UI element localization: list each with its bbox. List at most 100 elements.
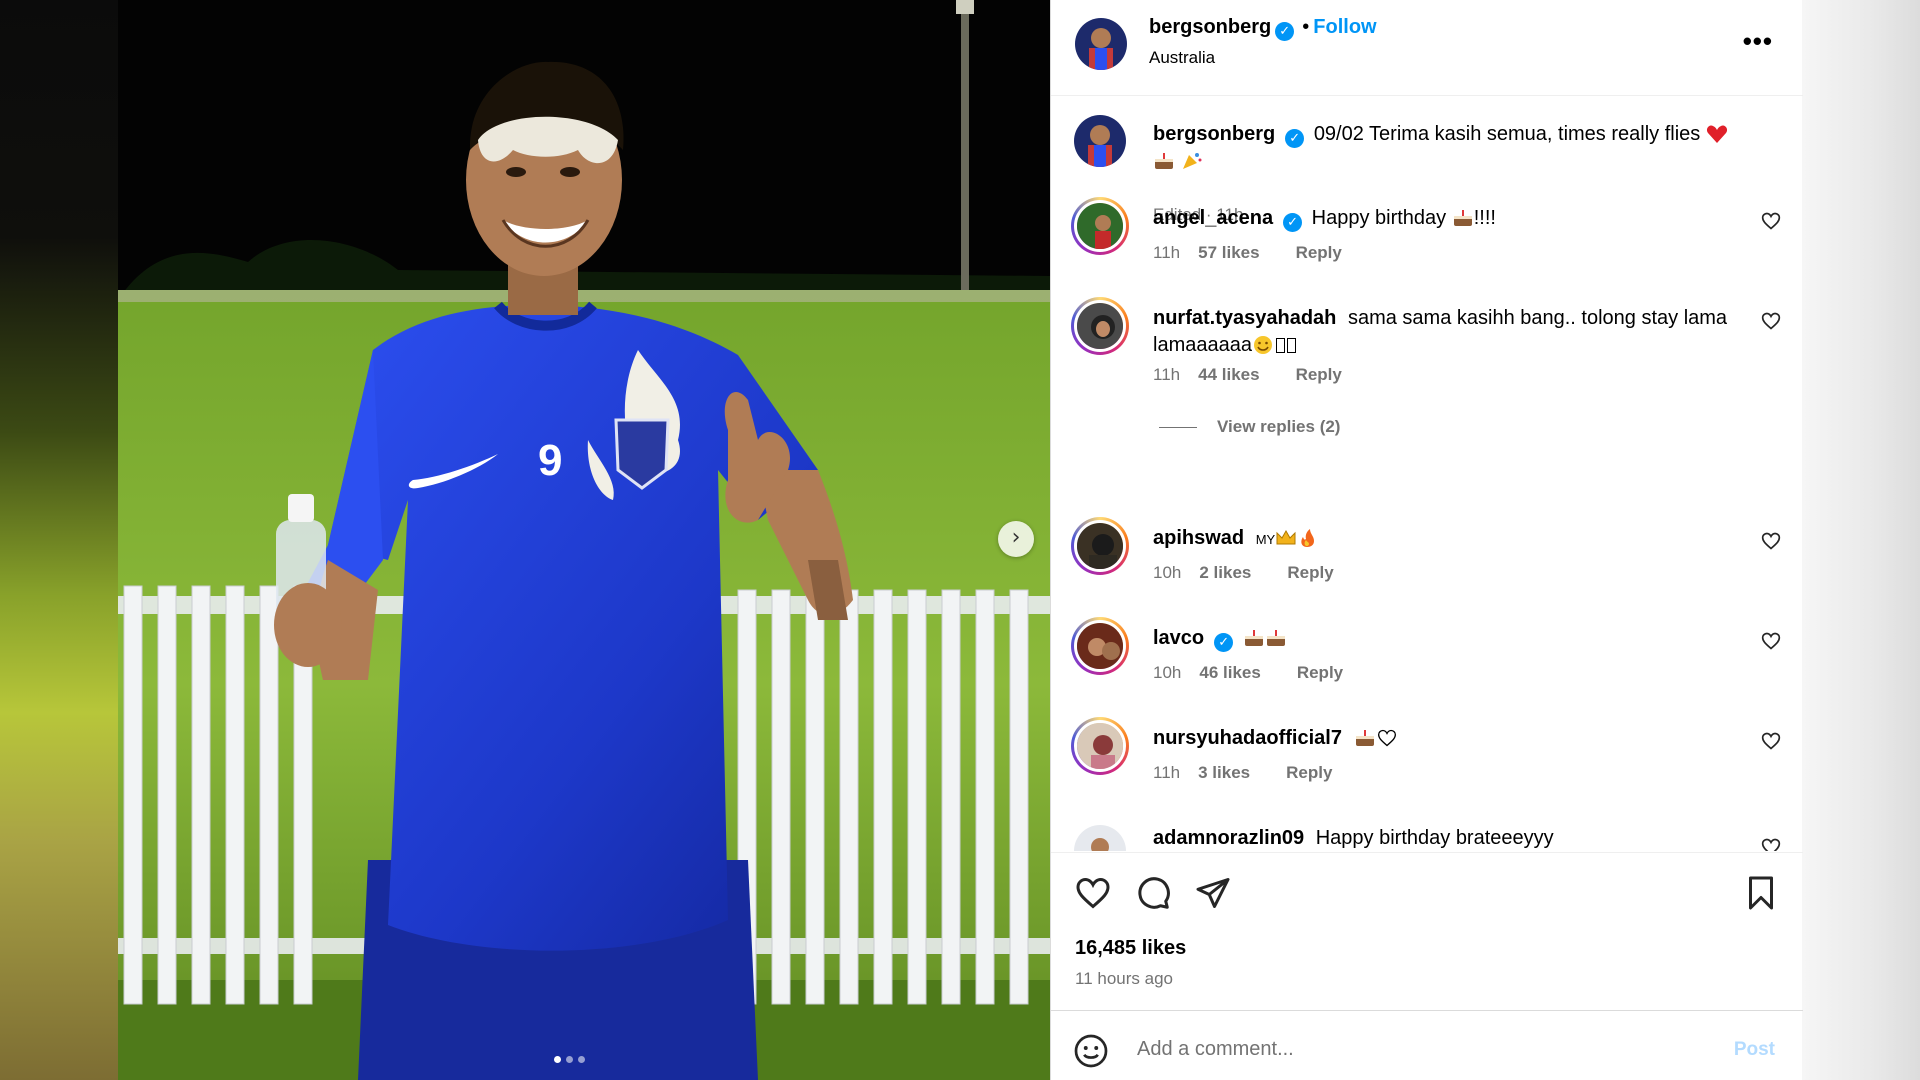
comment-text: angel_acena ✓ Happy birthday !!!! bbox=[1153, 205, 1743, 232]
post-time: 11 hours ago bbox=[1075, 969, 1173, 988]
comment-username[interactable]: adamnorazlin09 bbox=[1153, 827, 1304, 849]
reply-button[interactable]: Reply bbox=[1296, 365, 1342, 384]
comment-text: apihswad MY bbox=[1153, 525, 1743, 553]
comment-likes[interactable]: 3 likes bbox=[1198, 763, 1250, 782]
cake-emoji-icon bbox=[1453, 210, 1472, 226]
comment-time: 11h bbox=[1153, 365, 1181, 384]
blurred-background-right bbox=[1802, 0, 1920, 1080]
cake-emoji-icon bbox=[1155, 153, 1173, 169]
comment-time: 10h bbox=[1153, 563, 1182, 582]
author-avatar-image bbox=[1075, 18, 1127, 70]
cake-emoji-icon bbox=[1266, 630, 1285, 646]
commenter-avatar-image bbox=[1074, 825, 1126, 851]
comment-username[interactable]: nurfat.tyasyahadah bbox=[1153, 307, 1336, 329]
comment-text: adamnorazlin09 Happy birthday brateeeyyy bbox=[1153, 825, 1743, 851]
separator-dot: • bbox=[1302, 16, 1310, 38]
caption-text: bergsonberg ✓ 09/02 Terima kasih semua, t… bbox=[1153, 121, 1743, 175]
cake-emoji-icon bbox=[1355, 730, 1374, 746]
carousel-dot bbox=[566, 1056, 573, 1063]
comment-meta: 11h 44 likes Reply bbox=[1153, 365, 1342, 385]
heart-icon[interactable] bbox=[1075, 875, 1111, 911]
reply-button[interactable]: Reply bbox=[1286, 763, 1332, 782]
author-avatar[interactable] bbox=[1075, 18, 1127, 70]
like-comment-heart-icon[interactable] bbox=[1761, 731, 1781, 751]
likes-count[interactable]: 16,485 likes bbox=[1075, 937, 1186, 960]
white-heart-emoji-icon bbox=[1377, 729, 1396, 747]
comments-list[interactable]: bergsonberg ✓ 09/02 Terima kasih semua, t… bbox=[1051, 97, 1803, 851]
verified-badge-icon: ✓ bbox=[1283, 213, 1303, 232]
verified-badge-icon: ✓ bbox=[1285, 129, 1305, 148]
author-username[interactable]: bergsonberg bbox=[1149, 16, 1271, 38]
carousel-dot bbox=[578, 1056, 585, 1063]
smiling-face-emoji-icon bbox=[1253, 336, 1272, 354]
commenter-avatar[interactable] bbox=[1074, 825, 1126, 851]
comment-likes[interactable]: 46 likes bbox=[1199, 663, 1260, 682]
comment-meta: 10h 46 likes Reply bbox=[1153, 663, 1343, 683]
comment-likes[interactable]: 2 likes bbox=[1199, 563, 1251, 582]
verified-badge-icon: ✓ bbox=[1214, 633, 1234, 652]
reply-button[interactable]: Reply bbox=[1297, 663, 1343, 682]
caption-avatar-image bbox=[1074, 115, 1126, 167]
like-comment-heart-icon[interactable] bbox=[1761, 311, 1781, 331]
share-icon[interactable] bbox=[1195, 875, 1231, 911]
comment-username[interactable]: angel_acena bbox=[1153, 207, 1273, 229]
unknown-glyph-icon bbox=[1286, 338, 1296, 353]
view-replies-button[interactable]: View replies (2) bbox=[1159, 417, 1340, 437]
bookmark-icon[interactable] bbox=[1743, 875, 1779, 911]
comment-username[interactable]: apihswad bbox=[1153, 527, 1244, 549]
comment-meta: 11h 3 likes Reply bbox=[1153, 763, 1332, 783]
post-comment-button[interactable]: Post bbox=[1734, 1039, 1775, 1061]
party-popper-emoji-icon bbox=[1182, 153, 1202, 169]
more-options-icon[interactable]: ••• bbox=[1743, 26, 1773, 57]
commenter-avatar[interactable] bbox=[1074, 620, 1126, 672]
like-comment-heart-icon[interactable] bbox=[1761, 631, 1781, 651]
comment-time: 10h bbox=[1153, 663, 1182, 682]
follow-button[interactable]: Follow bbox=[1313, 16, 1376, 38]
caption-username[interactable]: bergsonberg bbox=[1153, 123, 1275, 145]
comment-body-suffix: !!!! bbox=[1473, 207, 1496, 229]
caption-author-avatar[interactable] bbox=[1074, 115, 1126, 167]
comment-text: nurfat.tyasyahadah sama sama kasihh bang… bbox=[1153, 305, 1743, 359]
comment-meta: 10h 2 likes Reply bbox=[1153, 563, 1334, 583]
fire-emoji-icon bbox=[1301, 529, 1315, 547]
commenter-avatar[interactable] bbox=[1074, 520, 1126, 572]
cake-emoji-icon bbox=[1244, 630, 1263, 646]
carousel-dots bbox=[554, 1056, 585, 1063]
next-image-button[interactable]: › bbox=[998, 521, 1034, 557]
comment-body: MY bbox=[1255, 532, 1276, 547]
verified-badge-icon: ✓ bbox=[1275, 22, 1295, 41]
commenter-avatar[interactable] bbox=[1074, 300, 1126, 352]
post-panel: bergsonberg ✓ • Follow Australia ••• bergso… bbox=[1050, 0, 1803, 1080]
comment-time: 11h bbox=[1153, 763, 1181, 782]
like-comment-heart-icon[interactable] bbox=[1761, 837, 1781, 851]
post-photo[interactable]: 9 › bbox=[118, 0, 1050, 1080]
reply-button[interactable]: Reply bbox=[1296, 243, 1342, 262]
unknown-glyph-icon bbox=[1275, 338, 1285, 353]
smiley-icon[interactable] bbox=[1073, 1033, 1109, 1069]
like-comment-heart-icon[interactable] bbox=[1761, 211, 1781, 231]
blurred-background-left bbox=[0, 0, 118, 1080]
comment-username[interactable]: nursyuhadaofficial7 bbox=[1153, 727, 1342, 749]
header-title-row: bergsonberg ✓ • Follow bbox=[1149, 16, 1377, 41]
comment-body: Happy birthday bbox=[1311, 207, 1447, 229]
comment-likes[interactable]: 57 likes bbox=[1198, 243, 1259, 262]
comment-likes[interactable]: 44 likes bbox=[1198, 365, 1259, 384]
commenter-avatar[interactable] bbox=[1074, 200, 1126, 252]
post-actions: 16,485 likes 11 hours ago bbox=[1051, 852, 1803, 1010]
reply-button[interactable]: Reply bbox=[1287, 563, 1333, 582]
photo-illustration: 9 bbox=[118, 0, 1050, 1080]
commenter-avatar[interactable] bbox=[1074, 720, 1126, 772]
post-header: bergsonberg ✓ • Follow Australia ••• bbox=[1051, 0, 1803, 96]
comment-text: nursyuhadaofficial7 bbox=[1153, 725, 1743, 752]
post-location[interactable]: Australia bbox=[1149, 48, 1215, 68]
comment-time: 11h bbox=[1153, 243, 1181, 262]
red-heart-emoji-icon bbox=[1706, 125, 1727, 143]
comment-username[interactable]: lavco bbox=[1153, 627, 1204, 649]
comment-meta: 11h 57 likes Reply bbox=[1153, 243, 1342, 263]
caption-body: 09/02 Terima kasih semua, times really f… bbox=[1313, 123, 1701, 145]
like-comment-heart-icon[interactable] bbox=[1761, 531, 1781, 551]
comment-icon[interactable] bbox=[1135, 875, 1171, 911]
carousel-dot-active bbox=[554, 1056, 561, 1063]
add-comment-input[interactable] bbox=[1137, 1031, 1697, 1067]
svg-text:9: 9 bbox=[538, 436, 562, 485]
